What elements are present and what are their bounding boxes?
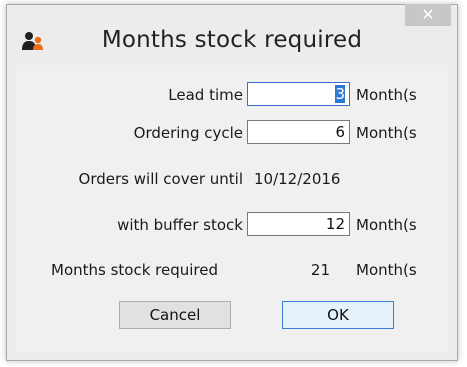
ordering-cycle-label: Ordering cycle — [133, 124, 243, 142]
dialog-body: Lead time 3 Month(s Ordering cycle 6 Mon… — [15, 65, 449, 352]
close-icon: ✕ — [421, 5, 435, 24]
lead-time-label: Lead time — [168, 86, 243, 104]
orders-cover-value: 10/12/2016 — [254, 170, 341, 188]
months-required-label: Months stock required — [51, 261, 219, 279]
months-required-unit: Month(s — [356, 261, 417, 279]
ok-button[interactable]: OK — [282, 301, 394, 329]
cancel-button[interactable]: Cancel — [119, 301, 231, 329]
months-required-value: 21 — [310, 261, 330, 279]
dialog-title: Months stock required — [101, 27, 363, 53]
lead-time-input[interactable]: 3 — [247, 82, 350, 106]
ordering-cycle-input[interactable]: 6 — [247, 120, 350, 144]
buffer-stock-value: 12 — [325, 215, 345, 233]
lead-time-value: 3 — [335, 85, 345, 103]
months-stock-dialog: Months stock required ✕ Lead time 3 Mont… — [6, 4, 458, 361]
lead-time-unit: Month(s — [356, 86, 417, 104]
close-button[interactable]: ✕ — [405, 4, 451, 26]
ordering-cycle-value: 6 — [335, 123, 345, 141]
buffer-stock-input[interactable]: 12 — [247, 212, 350, 236]
buffer-stock-label: with buffer stock — [117, 216, 243, 234]
ordering-cycle-unit: Month(s — [356, 124, 417, 142]
title-bar[interactable]: Months stock required ✕ — [7, 4, 457, 65]
buffer-stock-unit: Month(s — [356, 216, 417, 234]
orders-cover-label: Orders will cover until — [78, 170, 243, 188]
